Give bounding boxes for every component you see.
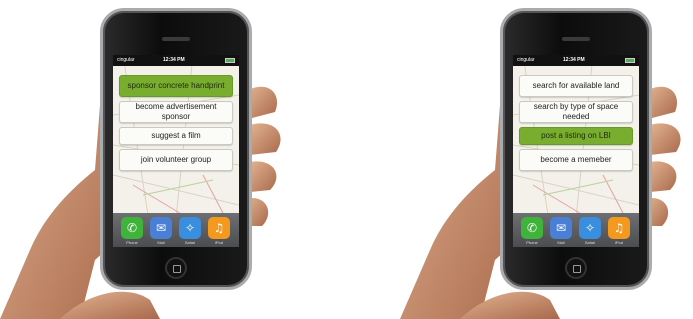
join-volunteer-group-button[interactable]: join volunteer group (119, 149, 233, 171)
dock-label: Safari (584, 240, 596, 245)
earpiece (562, 37, 590, 41)
dock-label: iPod (614, 240, 623, 245)
suggest-a-film-button[interactable]: suggest a film (119, 127, 233, 145)
battery-icon (625, 58, 635, 63)
dock-label: Mail (557, 240, 565, 245)
left-phone-scene: cingular 12:34 PM sponsor concrete handp… (0, 0, 300, 319)
phone-screen: cingular 12:34 PM search for available l… (513, 55, 639, 247)
dock-label: Phone (526, 240, 538, 245)
carrier-label: cingular (517, 57, 535, 63)
battery-icon (225, 58, 235, 63)
search-available-land-button[interactable]: search for available land (519, 75, 633, 97)
phone-app-icon[interactable]: ✆ (121, 217, 143, 239)
iphone: cingular 12:34 PM search for available l… (500, 8, 652, 290)
safari-app-icon[interactable]: ✧ (579, 217, 601, 239)
home-button[interactable] (565, 257, 587, 279)
dock-label: iPod (214, 240, 223, 245)
status-bar: cingular 12:34 PM (513, 55, 639, 66)
sponsor-concrete-handprint-button[interactable]: sponsor concrete handprint (119, 75, 233, 97)
ipod-app-icon[interactable]: ♫ (208, 217, 230, 239)
safari-app-icon[interactable]: ✧ (179, 217, 201, 239)
ipod-app-icon[interactable]: ♫ (608, 217, 630, 239)
dock: ✆ ✉ ✧ ♫ Phone Mail Safari iPod (113, 213, 239, 247)
clock: 12:34 PM (163, 57, 185, 63)
post-listing-button[interactable]: post a listing on LBI (519, 127, 633, 145)
dock-label: Phone (126, 240, 138, 245)
home-button[interactable] (165, 257, 187, 279)
dock-label: Safari (184, 240, 196, 245)
phone-screen: cingular 12:34 PM sponsor concrete handp… (113, 55, 239, 247)
right-phone-scene: cingular 12:34 PM search for available l… (400, 0, 693, 319)
search-by-space-type-button[interactable]: search by type of space needed (519, 101, 633, 123)
iphone: cingular 12:34 PM sponsor concrete handp… (100, 8, 252, 290)
mail-app-icon[interactable]: ✉ (550, 217, 572, 239)
menu-list: sponsor concrete handprint become advert… (119, 75, 233, 175)
become-advertisement-sponsor-button[interactable]: become advertisement sponsor (119, 101, 233, 123)
dock-label: Mail (157, 240, 165, 245)
status-bar: cingular 12:34 PM (113, 55, 239, 66)
mail-app-icon[interactable]: ✉ (150, 217, 172, 239)
clock: 12:34 PM (563, 57, 585, 63)
become-member-button[interactable]: become a memeber (519, 149, 633, 171)
menu-list: search for available land search by type… (519, 75, 633, 175)
phone-app-icon[interactable]: ✆ (521, 217, 543, 239)
carrier-label: cingular (117, 57, 135, 63)
earpiece (162, 37, 190, 41)
dock: ✆ ✉ ✧ ♫ Phone Mail Safari iPod (513, 213, 639, 247)
